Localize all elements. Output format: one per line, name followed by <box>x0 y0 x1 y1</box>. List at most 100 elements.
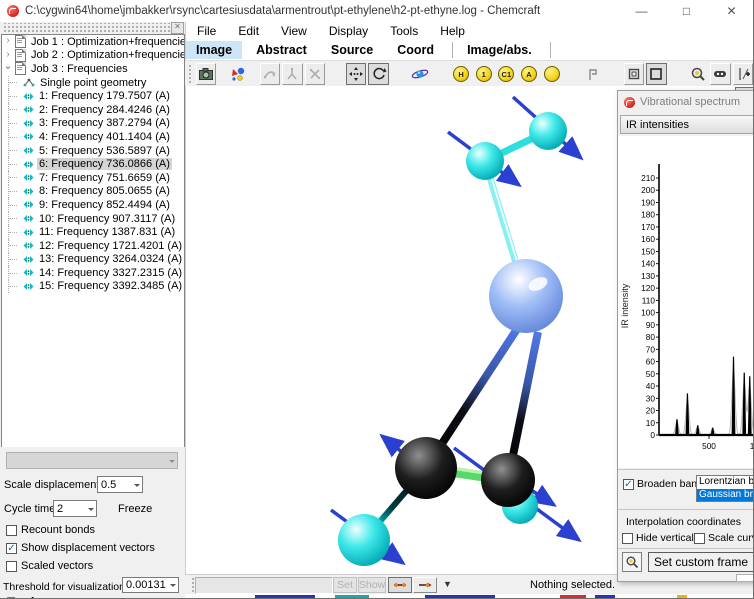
tree-item-frequency[interactable]: 3: Frequency 387.2794 (A) <box>2 116 184 131</box>
label-a-icon: A <box>520 66 537 82</box>
spectrum-title-bar[interactable]: Vibrational spectrum <box>618 91 753 113</box>
disabled-combobox <box>6 452 178 469</box>
tree-item-frequency[interactable]: 14: Frequency 3327.2315 (A) <box>2 266 184 280</box>
tree-item-frequency[interactable]: 11: Frequency 1387.831 (A) <box>2 225 184 239</box>
scale-curve-label: Scale curve <box>708 532 753 544</box>
tab-abstract[interactable]: Abstract <box>246 41 317 59</box>
tab-image[interactable]: Image <box>186 41 243 59</box>
zoom-tool-button[interactable] <box>687 63 708 85</box>
toolbar-grip[interactable] <box>188 64 192 84</box>
spectrum-zoom-button[interactable] <box>622 552 642 572</box>
status-message: Nothing selected. <box>530 579 615 591</box>
panel-close-icon[interactable]: ✕ <box>171 22 184 34</box>
broadening-option-gaussian[interactable]: Gaussian broa <box>697 488 753 501</box>
tree-item-frequency[interactable]: 4: Frequency 401.1404 (A) <box>2 130 184 144</box>
spectrum-type-header[interactable]: IR intensities <box>620 115 753 134</box>
tree-item-frequency[interactable]: 10: Frequency 907.3117 (A) <box>2 211 184 226</box>
panel-drag-handle[interactable] <box>2 23 183 32</box>
direction-dropdown-caret[interactable]: ▼ <box>443 579 452 589</box>
chevron-down-icon[interactable] <box>131 477 142 492</box>
expander-icon[interactable]: › <box>2 35 14 46</box>
scale-displacement-combobox[interactable]: 0.5 <box>97 476 143 493</box>
tree-item-frequency[interactable]: 9: Frequency 852.4494 (A) <box>2 198 184 212</box>
camera-button[interactable] <box>195 63 217 85</box>
measure-button[interactable] <box>732 63 753 85</box>
flag-button[interactable] <box>582 63 603 85</box>
svg-text:100: 100 <box>641 308 655 318</box>
tree-item-frequency[interactable]: 7: Frequency 751.6659 (A) <box>2 170 184 185</box>
tree-connector <box>8 75 22 90</box>
ir-spectrum-chart[interactable]: 0 10 20 30 40 50 60 70 80 90 100 110 120 130 140 150 160… <box>618 136 753 468</box>
menu-file[interactable]: File <box>186 24 227 38</box>
label-h-icon: H <box>453 66 470 82</box>
recount-bonds-checkbox[interactable] <box>6 525 17 536</box>
label-a-button[interactable]: A <box>519 63 540 85</box>
tab-image-abs[interactable]: Image/abs. <box>457 41 542 59</box>
set-custom-frame-button[interactable]: Set custom frame <box>648 552 753 572</box>
tree-item-job2[interactable]: › Job 2 : Optimization+frequencies <box>2 48 184 63</box>
svg-text:170: 170 <box>641 222 655 232</box>
pan-button[interactable] <box>345 63 367 85</box>
scaled-vectors-checkbox[interactable] <box>6 561 17 572</box>
menu-help[interactable]: Help <box>429 24 476 38</box>
frequency-icon <box>23 119 34 127</box>
forward-direction-button[interactable] <box>413 577 437 593</box>
minimize-button[interactable]: — <box>619 0 664 22</box>
tree-item-label: 9: Frequency 852.4494 (A) <box>39 198 170 211</box>
chevron-down-icon[interactable] <box>167 578 178 592</box>
close-button[interactable]: ✕ <box>709 0 753 22</box>
label-number-button[interactable]: 1 <box>473 63 494 85</box>
freeze-label[interactable]: Freeze <box>118 503 152 515</box>
tools-heading[interactable]: Tools <box>7 595 42 598</box>
tree-item-frequency[interactable]: 5: Frequency 536.5897 (A) <box>2 143 184 158</box>
expander-icon[interactable]: › <box>2 49 14 60</box>
frame-button[interactable] <box>623 63 645 85</box>
hide-verticals-checkbox[interactable] <box>622 533 633 544</box>
frame-outline-button[interactable] <box>646 63 667 85</box>
tree-item-frequency[interactable]: 13: Frequency 3264.0324 (A) <box>2 252 184 267</box>
label-c1-button[interactable]: C1 <box>496 63 517 85</box>
show-displacement-vectors-checkbox[interactable]: ✓ <box>6 543 17 554</box>
tree-item-job3[interactable]: › Job 3 : Frequencies <box>2 62 184 76</box>
tree-item-single-point-geometry[interactable]: Single point geometry <box>2 75 184 90</box>
menu-tools[interactable]: Tools <box>379 24 429 38</box>
capture-molecule-button[interactable] <box>228 63 249 85</box>
label-h-button[interactable]: H <box>451 63 472 85</box>
scale-curve-checkbox[interactable] <box>694 533 705 544</box>
scaled-vectors-label: Scaled vectors <box>21 560 94 572</box>
tree-item-frequency[interactable]: 15: Frequency 3392.3485 (A) <box>2 279 184 294</box>
broadening-option-lorentzian[interactable]: Lorentzian broa <box>697 476 753 489</box>
tree-item-frequency[interactable]: 1: Frequency 179.7507 (A) <box>2 89 184 103</box>
both-directions-button[interactable] <box>388 577 412 593</box>
menu-edit[interactable]: Edit <box>227 24 270 38</box>
expander-icon[interactable]: › <box>3 62 14 74</box>
label-plain-button[interactable] <box>541 63 562 85</box>
label-number-icon: 1 <box>475 66 492 82</box>
broadening-listbox[interactable]: Lorentzian broa Gaussian broa <box>696 475 753 502</box>
threshold-combobox[interactable]: 0.00131 <box>122 577 179 593</box>
svg-text:110: 110 <box>642 295 656 305</box>
cycle-time-combobox[interactable]: 2 <box>53 500 97 517</box>
atom-orbit-button[interactable] <box>410 63 431 85</box>
tree-item-frequency-selected[interactable]: 6: Frequency 736.0866 (A) <box>2 157 184 171</box>
tree-connector <box>8 130 22 144</box>
interpolation-coordinates-label[interactable]: Interpolation coordinates <box>626 516 741 528</box>
stereo-mask-button[interactable] <box>709 63 731 85</box>
spectrum-resize-grip[interactable] <box>736 574 753 582</box>
tree-item-frequency[interactable]: 12: Frequency 1721.4201 (A) <box>2 238 184 253</box>
maximize-button[interactable]: □ <box>664 0 709 22</box>
cycle-time-label: Cycle time: <box>4 503 59 515</box>
tree-item-frequency[interactable]: 8: Frequency 805.0655 (A) <box>2 184 184 199</box>
tab-coord[interactable]: Coord <box>387 41 444 59</box>
svg-text:120: 120 <box>641 283 655 293</box>
chevron-down-icon[interactable] <box>85 501 96 516</box>
tab-source[interactable]: Source <box>321 41 383 59</box>
menu-display[interactable]: Display <box>318 24 379 38</box>
rotate-button[interactable] <box>368 63 390 85</box>
broaden-bands-checkbox[interactable]: ✓ <box>623 479 634 490</box>
tree-item-job1[interactable]: › Job 1 : Optimization+frequencies <box>2 35 184 49</box>
vibrational-spectrum-window[interactable]: Vibrational spectrum IR intensities 0 10 2… <box>617 90 753 582</box>
menu-view[interactable]: View <box>270 24 318 38</box>
svg-text:500: 500 <box>702 441 716 451</box>
tree-item-frequency[interactable]: 2: Frequency 284.4246 (A) <box>2 102 184 117</box>
